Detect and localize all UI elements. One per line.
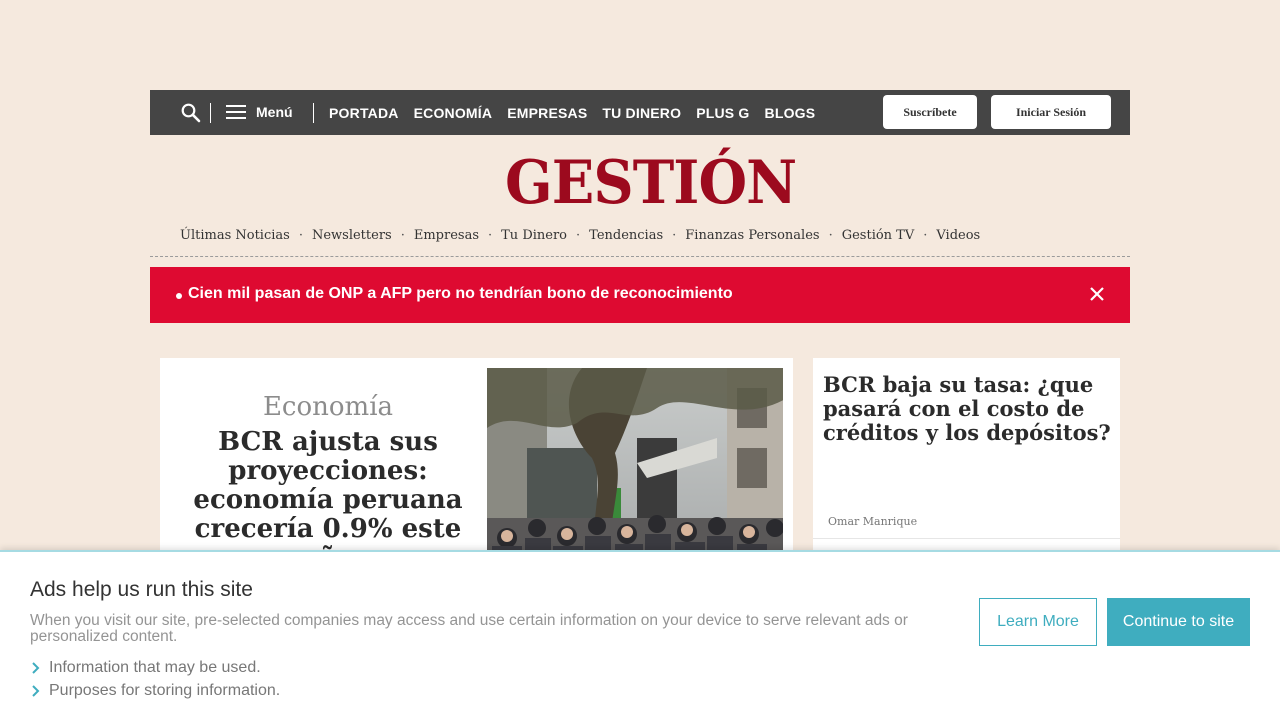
section-nav-item[interactable]: Gestión TV <box>842 228 915 243</box>
section-nav-item[interactable]: Últimas Noticias <box>180 228 290 243</box>
search-button[interactable] <box>180 102 202 124</box>
chevron-right-icon <box>32 685 40 697</box>
section-nav-item[interactable]: Empresas <box>414 228 479 243</box>
nav-link-portada[interactable]: PORTADA <box>329 105 399 121</box>
section-nav-item[interactable]: Videos <box>936 228 980 243</box>
nav-link-tu-dinero[interactable]: TU DINERO <box>602 105 681 121</box>
consent-info-label: Information that may be used. <box>49 659 261 676</box>
breaking-news-bar: Cien mil pasan de ONP a AFP pero no tend… <box>150 267 1130 323</box>
divider <box>313 103 314 123</box>
section-nav: Últimas Noticias · Newsletters · Empresas ·… <box>180 228 981 243</box>
story-section-label[interactable]: Economía <box>160 392 496 422</box>
nav-link-empresas[interactable]: EMPRESAS <box>507 105 587 121</box>
dashed-divider <box>150 256 1130 257</box>
nav-link-economia[interactable]: ECONOMÍA <box>414 105 493 121</box>
site-logo[interactable]: GESTIÓN <box>505 150 797 216</box>
section-nav-item[interactable]: Tendencias <box>589 228 663 243</box>
divider <box>210 103 211 123</box>
continue-to-site-button[interactable]: Continue to site <box>1107 598 1250 646</box>
main-nav: PORTADA ECONOMÍA EMPRESAS TU DINERO PLUS… <box>329 90 815 135</box>
hamburger-icon <box>226 105 246 119</box>
divider <box>813 538 1120 539</box>
search-icon <box>181 103 201 123</box>
learn-more-button[interactable]: Learn More <box>979 598 1097 646</box>
breaking-news-link[interactable]: Cien mil pasan de ONP a AFP pero no tend… <box>188 285 733 303</box>
bullet-icon <box>176 293 182 299</box>
section-nav-item[interactable]: Finanzas Personales <box>685 228 819 243</box>
consent-purposes-label: Purposes for storing information. <box>49 682 281 699</box>
section-nav-item[interactable]: Newsletters <box>312 228 392 243</box>
close-button[interactable] <box>1088 285 1106 303</box>
consent-purposes-link[interactable]: Purposes for storing information. <box>30 682 280 700</box>
chevron-right-icon <box>32 662 40 674</box>
consent-title: Ads help us run this site <box>30 578 253 601</box>
close-icon <box>1090 287 1104 301</box>
nav-link-blogs[interactable]: BLOGS <box>765 105 816 121</box>
nav-link-plus-g[interactable]: PLUS G <box>696 105 749 121</box>
menu-button[interactable]: Menú <box>226 100 293 124</box>
consent-info-link[interactable]: Information that may be used. <box>30 659 261 677</box>
consent-description: When you visit our site, pre-selected co… <box>30 612 908 645</box>
side-story-headline[interactable]: BCR baja su tasa: ¿que pasará con el cos… <box>823 373 1113 445</box>
section-nav-item[interactable]: Tu Dinero <box>501 228 567 243</box>
login-button[interactable]: Iniciar Sesión <box>991 95 1111 129</box>
story-author[interactable]: Omar Manrique <box>828 515 917 528</box>
menu-label: Menú <box>256 104 293 120</box>
ad-consent-banner: Ads help us run this site When you visit… <box>0 550 1280 720</box>
top-navigation-bar: Menú PORTADA ECONOMÍA EMPRESAS TU DINERO… <box>150 90 1130 135</box>
subscribe-button[interactable]: Suscríbete <box>883 95 977 129</box>
